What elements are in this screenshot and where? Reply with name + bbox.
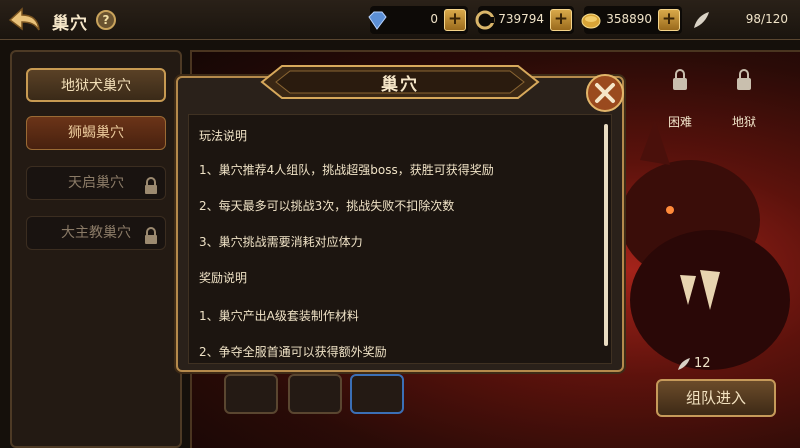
question-icon[interactable]: ? — [96, 10, 116, 30]
coin-value: 739794 — [498, 12, 544, 26]
back-arrow-icon[interactable] — [6, 6, 42, 34]
close-icon[interactable] — [584, 72, 626, 114]
sidebar-item-label: 天启巢穴 — [68, 175, 124, 191]
top-bar: 巢穴 ? 0 + 739794 + 358890 + 98/120 — [0, 0, 800, 40]
gold-icon — [581, 13, 601, 29]
gem-value: 0 — [430, 12, 438, 26]
gameplay-rule-1: 1、巢穴推荐4人组队，挑战超强boss，获胜可获得奖励 — [199, 163, 494, 177]
gameplay-heading: 玩法说明 — [199, 129, 248, 143]
stamina-value: 98/120 — [745, 12, 788, 26]
sidebar-item-archbishop-lair[interactable]: 大主教巢穴 — [26, 216, 166, 250]
lock-icon — [145, 227, 157, 244]
sidebar-item-cerberus-lair[interactable]: 地狱犬巢穴 — [26, 68, 166, 102]
reward-rule-2: 2、争夺全服首通可以获得额外奖励 — [199, 345, 387, 359]
add-gold-button[interactable]: + — [658, 9, 680, 31]
dialog-title: 巢穴 — [381, 75, 419, 95]
reward-item[interactable] — [224, 374, 278, 414]
sidebar-item-label: 大主教巢穴 — [61, 225, 131, 241]
gameplay-rule-2: 2、每天最多可以挑战3次，挑战失败不扣除次数 — [199, 199, 455, 213]
add-gem-button[interactable]: + — [444, 9, 466, 31]
team-enter-label: 组队进入 — [685, 389, 746, 407]
sidebar-item-scorpion-lair[interactable]: 狮蝎巢穴 — [26, 116, 166, 150]
resource-gem: 0 + — [368, 6, 468, 34]
sidebar-item-apocalypse-lair[interactable]: 天启巢穴 — [26, 166, 166, 200]
resource-coin: 739794 + — [475, 6, 574, 34]
difficulty-hard[interactable]: 困难 — [660, 66, 700, 130]
lock-icon — [737, 69, 751, 90]
feather-icon — [678, 358, 690, 370]
dialog-scrollbar[interactable] — [604, 124, 608, 346]
feather-icon — [694, 12, 709, 28]
page-title: 巢穴 — [52, 14, 88, 34]
resource-gold: 358890 + — [581, 6, 682, 34]
reward-rule-1: 1、巢穴产出A级套装制作材料 — [199, 309, 359, 323]
lock-icon — [673, 69, 687, 90]
cerberus-boss-image — [620, 120, 790, 370]
lock-icon — [145, 177, 157, 194]
resource-stamina: 98/120 — [694, 6, 794, 34]
difficulty-hell[interactable]: 地狱 — [724, 66, 764, 130]
difficulty-label: 困难 — [667, 115, 692, 129]
sidebar-item-label: 地狱犬巢穴 — [61, 78, 131, 94]
reward-item[interactable] — [350, 374, 404, 414]
team-enter-button[interactable]: 组队进入 — [656, 379, 776, 417]
stamina-cost: 12 — [694, 356, 711, 371]
coin-c-icon — [475, 10, 495, 30]
difficulty-label: 地狱 — [731, 115, 756, 129]
gameplay-rule-3: 3、巢穴挑战需要消耗对应体力 — [199, 235, 363, 249]
reward-item[interactable] — [288, 374, 342, 414]
reward-heading: 奖励说明 — [199, 271, 248, 285]
add-coin-button[interactable]: + — [550, 9, 572, 31]
dialog-content[interactable]: 玩法说明 1、巢穴推荐4人组队，挑战超强boss，获胜可获得奖励 2、每天最多可… — [188, 114, 612, 364]
gem-icon — [368, 11, 387, 30]
sidebar-item-label: 狮蝎巢穴 — [68, 125, 124, 141]
gold-value: 358890 — [606, 12, 652, 26]
